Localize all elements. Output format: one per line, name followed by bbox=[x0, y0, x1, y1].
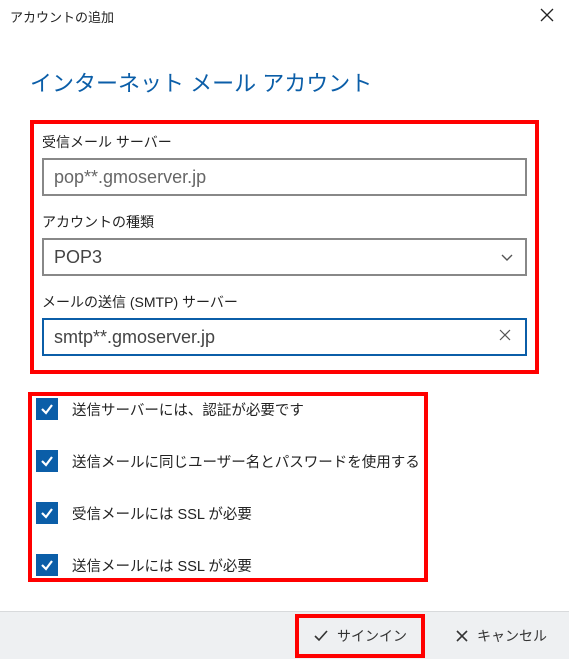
check-label-outgoing-ssl: 送信メールには SSL が必要 bbox=[72, 555, 252, 576]
smtp-server-value: smtp**.gmoserver.jp bbox=[54, 327, 215, 348]
incoming-server-label: 受信メール サーバー bbox=[42, 132, 527, 152]
checkbox-list: 送信サーバーには、認証が必要です 送信メールに同じユーザー名とパスワードを使用す… bbox=[30, 392, 539, 586]
checkbox-highlight: 送信サーバーには、認証が必要です 送信メールに同じユーザー名とパスワードを使用す… bbox=[28, 392, 428, 582]
incoming-server-value: pop**.gmoserver.jp bbox=[54, 167, 206, 188]
checkbox-outgoing-ssl[interactable] bbox=[36, 554, 58, 576]
smtp-server-input[interactable]: smtp**.gmoserver.jp bbox=[42, 318, 527, 356]
checkbox-incoming-ssl[interactable] bbox=[36, 502, 58, 524]
page-title: インターネット メール アカウント bbox=[30, 66, 539, 98]
check-row-incoming-ssl: 受信メールには SSL が必要 bbox=[36, 502, 420, 524]
smtp-server-label: メールの送信 (SMTP) サーバー bbox=[42, 292, 527, 312]
checkbox-same-cred[interactable] bbox=[36, 450, 58, 472]
cancel-button[interactable]: キャンセル bbox=[443, 620, 559, 652]
account-type-value: POP3 bbox=[54, 247, 102, 268]
check-row-smtp-auth: 送信サーバーには、認証が必要です bbox=[36, 398, 420, 420]
check-label-incoming-ssl: 受信メールには SSL が必要 bbox=[72, 503, 252, 524]
server-fields-highlight: 受信メール サーバー pop**.gmoserver.jp アカウントの種類 P… bbox=[30, 120, 539, 374]
account-type-label: アカウントの種類 bbox=[42, 212, 527, 232]
check-label-smtp-auth: 送信サーバーには、認証が必要です bbox=[72, 399, 304, 420]
signin-button[interactable]: サインイン bbox=[301, 620, 419, 652]
clear-icon[interactable] bbox=[495, 328, 515, 346]
dialog-footer: サインイン キャンセル bbox=[0, 611, 569, 659]
chevron-down-icon bbox=[499, 249, 515, 265]
x-icon bbox=[455, 629, 469, 643]
check-label-same-cred: 送信メールに同じユーザー名とパスワードを使用する bbox=[72, 451, 420, 472]
close-icon[interactable] bbox=[535, 7, 559, 25]
account-type-group: アカウントの種類 POP3 bbox=[42, 212, 527, 276]
check-icon bbox=[313, 628, 329, 644]
dialog-content: インターネット メール アカウント 受信メール サーバー pop**.gmose… bbox=[0, 32, 569, 586]
signin-highlight: サインイン bbox=[295, 614, 425, 658]
smtp-server-group: メールの送信 (SMTP) サーバー smtp**.gmoserver.jp bbox=[42, 292, 527, 356]
window-title: アカウントの追加 bbox=[10, 7, 114, 26]
incoming-server-group: 受信メール サーバー pop**.gmoserver.jp bbox=[42, 132, 527, 196]
cancel-label: キャンセル bbox=[477, 626, 547, 646]
incoming-server-input[interactable]: pop**.gmoserver.jp bbox=[42, 158, 527, 196]
check-row-outgoing-ssl: 送信メールには SSL が必要 bbox=[36, 554, 420, 576]
checkbox-smtp-auth[interactable] bbox=[36, 398, 58, 420]
check-row-same-cred: 送信メールに同じユーザー名とパスワードを使用する bbox=[36, 450, 420, 472]
titlebar: アカウントの追加 bbox=[0, 0, 569, 32]
account-type-select[interactable]: POP3 bbox=[42, 238, 527, 276]
signin-label: サインイン bbox=[337, 626, 407, 646]
